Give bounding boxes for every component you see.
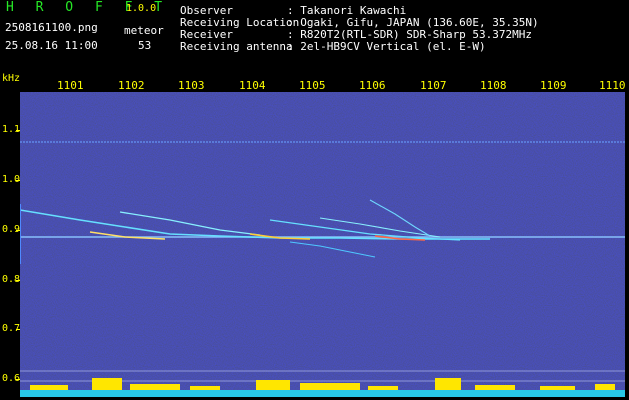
detection-label: meteor: [124, 24, 164, 37]
time-label: 1102: [118, 79, 145, 92]
time-label: 1105: [299, 79, 326, 92]
time-label: 1109: [540, 79, 567, 92]
signal-bar: [130, 384, 180, 390]
time-label: 1106: [359, 79, 386, 92]
signal-bar: [190, 386, 220, 390]
signal-bar: [256, 380, 290, 390]
detection-count: 53: [138, 39, 152, 52]
capture-filename: 2508161100.png: [5, 21, 98, 34]
time-axis: 1101 1102 1103 1104 1105 1106 1107 1108 …: [0, 76, 629, 96]
spectrogram-noise: [20, 92, 625, 397]
signal-bar: [30, 385, 68, 390]
time-label: 1107: [420, 79, 447, 92]
app-version: 1.0.0: [126, 3, 157, 14]
signal-bar: [368, 386, 398, 390]
signal-bar: [300, 383, 360, 390]
time-label: 1103: [178, 79, 205, 92]
header-panel: H R O F F T 1.0.0 2508161100.png 25.08.1…: [0, 0, 629, 76]
time-label: 1108: [480, 79, 507, 92]
time-label: 1110: [599, 79, 626, 92]
antenna-key: Receiving antenna: [180, 40, 293, 53]
signal-bar: [435, 378, 461, 390]
signal-bar: [540, 386, 575, 390]
capture-datetime: 25.08.16 11:00: [5, 39, 98, 52]
spectrogram: [20, 92, 625, 397]
y-axis-unit: kHz: [2, 73, 21, 84]
signal-bar: [595, 384, 615, 390]
signal-bar: [475, 385, 515, 390]
antenna-value: : 2el-HB9CV Vertical (el. E-W): [287, 40, 486, 53]
time-label: 1104: [239, 79, 266, 92]
time-label: 1101: [57, 79, 84, 92]
signal-bar: [92, 378, 122, 390]
signal-floor: [20, 390, 625, 397]
